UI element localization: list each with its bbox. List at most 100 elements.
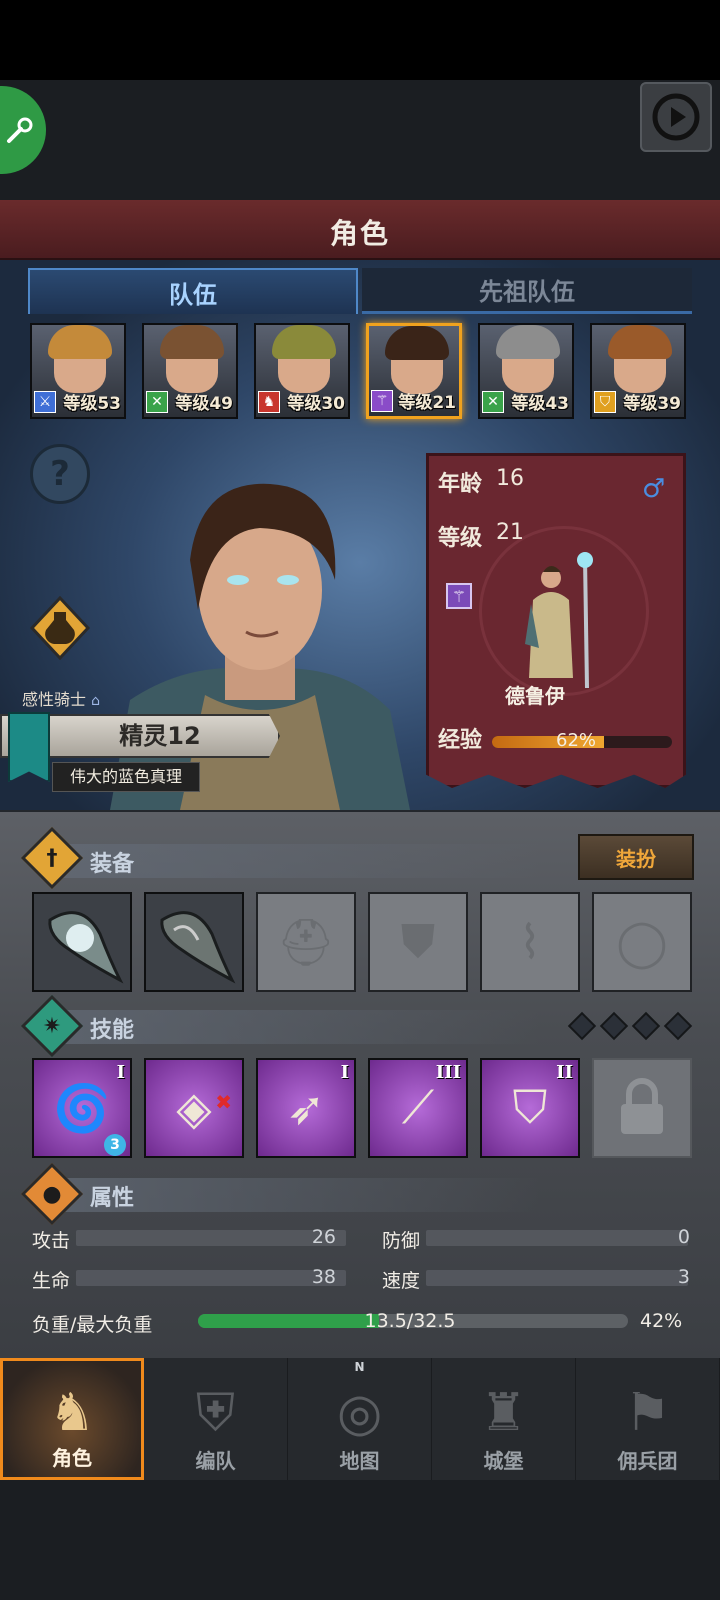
level-label: 等级: [438, 526, 483, 551]
party-member-6[interactable]: ⛉ 等级39: [590, 323, 686, 419]
staff-icon: ⚚: [446, 583, 472, 609]
wrench-icon: [7, 117, 33, 143]
help-button[interactable]: ?: [30, 444, 90, 504]
helmet-slot[interactable]: ⛑: [256, 892, 356, 992]
load-value: 13.5/32.5: [364, 1310, 456, 1332]
defense-value: 0: [677, 1226, 690, 1248]
tab-party[interactable]: 队伍: [28, 268, 358, 314]
potion-button[interactable]: [30, 596, 90, 660]
male-icon: ♂: [642, 474, 666, 504]
staff-icon: ⚚: [371, 390, 393, 412]
armor-icon: ⛊: [400, 914, 436, 968]
party-member-1[interactable]: ⚔ 等级53: [30, 323, 126, 419]
ring-slot[interactable]: ◯: [592, 892, 692, 992]
crystal-hand-icon: ◈: [176, 1081, 212, 1135]
compass-north-label: N: [354, 1360, 365, 1374]
portrait-hair: [608, 325, 672, 359]
attack-label: 攻击: [32, 1230, 71, 1252]
defense-label: 防御: [382, 1230, 421, 1252]
tab-ancestor-party[interactable]: 先祖队伍: [362, 268, 692, 314]
shield-skill[interactable]: ⛉ II: [480, 1058, 580, 1158]
portrait-hair: [385, 326, 449, 360]
nav-formation[interactable]: ⛨ 编队: [144, 1358, 288, 1480]
age-label: 年龄: [438, 472, 483, 497]
attributes-title: 属性: [90, 1186, 135, 1211]
party-member-2[interactable]: ✕ 等级49: [142, 323, 238, 419]
age-value: 16: [496, 466, 524, 491]
nav-mercenary[interactable]: ⚑ 佣兵团: [576, 1358, 720, 1480]
party-member-5[interactable]: ✕ 等级43: [478, 323, 574, 419]
hero-portrait: [110, 470, 410, 810]
level-value: 21: [496, 520, 524, 545]
party-member-4[interactable]: ⚚ 等级21: [366, 323, 462, 419]
outfit-button[interactable]: 装扮: [578, 834, 694, 880]
leaf-spear-icon: ➶: [286, 1081, 326, 1135]
shield-icon: ⛉: [512, 1080, 548, 1134]
skill-stack-badge: 3: [104, 1134, 126, 1156]
speed-bar: [426, 1270, 688, 1286]
nav-map[interactable]: N ◎ 地图: [288, 1358, 432, 1480]
portrait-hair: [272, 325, 336, 359]
xp-label: 经验: [438, 728, 483, 753]
skill-rank: III: [435, 1062, 461, 1083]
bottom-nav: ♞ 角色 ⛨ 编队 N ◎ 地图 ♜ 城堡 ⚑ 佣兵团: [0, 1358, 720, 1480]
nav-label: 编队: [195, 1449, 236, 1473]
tornado-icon: 🌀: [53, 1080, 111, 1135]
crystal-skill[interactable]: ◈ ✖: [144, 1058, 244, 1158]
boots-slot[interactable]: ⌇: [480, 892, 580, 992]
skill-rank: I: [340, 1062, 349, 1083]
druid-figure-icon: [525, 552, 593, 689]
class-name: 德鲁伊: [505, 684, 565, 708]
armor-slot[interactable]: ⛊: [368, 892, 468, 992]
party-member-level: 等级43: [511, 394, 569, 414]
party-member-level: 等级49: [175, 394, 233, 414]
load-percent: 42%: [640, 1310, 683, 1332]
party-member-3[interactable]: ♞ 等级30: [254, 323, 350, 419]
virtue-label: 伟大的蓝色真理: [52, 762, 200, 792]
equipment-title: 装备: [90, 852, 135, 877]
spear-skill[interactable]: ⟋ III: [368, 1058, 468, 1158]
top-bar: [0, 80, 720, 200]
helmet-icon: ⛑: [276, 914, 336, 969]
portrait-hair: [48, 325, 112, 359]
party-member-level: 等级30: [287, 394, 345, 414]
hero-portrait-art: [110, 483, 410, 810]
tornado-skill[interactable]: 🌀 I 3: [32, 1058, 132, 1158]
party-member-level: 等级21: [398, 393, 456, 413]
skills-title: 技能: [90, 1018, 135, 1043]
boots-icon: ⌇: [518, 915, 542, 969]
trait-label: 感性骑士 ⌂: [22, 686, 100, 710]
crossed-arrows-icon: ✕: [482, 391, 504, 413]
mercenary-icon: ⚑: [624, 1383, 671, 1443]
bottom-strip: [0, 1480, 720, 1600]
nav-castle[interactable]: ♜ 城堡: [432, 1358, 576, 1480]
skill-rank: I: [116, 1062, 125, 1083]
portrait-hair: [496, 325, 560, 359]
defense-bar: [426, 1230, 688, 1246]
party-row: ⚔ 等级53 ✕ 等级49 ♞ 等级30 ⚚ 等级21 ✕ 等级43 ⛉ 等级3…: [30, 323, 690, 421]
party-member-level: 等级39: [623, 394, 681, 414]
trait-text: 感性骑士: [22, 690, 87, 709]
shield-icon: ⛉: [594, 391, 616, 413]
nav-label: 地图: [339, 1449, 380, 1473]
hp-value: 38: [311, 1266, 336, 1288]
play-button[interactable]: [640, 82, 712, 152]
xp-percent: 62%: [556, 730, 597, 751]
load-label: 负重/最大负重: [32, 1314, 153, 1336]
amulet-slot-2[interactable]: [144, 892, 244, 992]
nav-label: 城堡: [483, 1449, 524, 1473]
speed-value: 3: [677, 1266, 690, 1288]
leaf-spear-skill[interactable]: ➶ I: [256, 1058, 356, 1158]
nav-label: 角色: [52, 1446, 92, 1470]
nav-label: 佣兵团: [617, 1449, 678, 1473]
attack-value: 26: [311, 1226, 336, 1248]
trait-up-icon: ⌂: [91, 693, 100, 709]
ring-icon: ◯: [616, 915, 668, 969]
locked-skill-slot[interactable]: [592, 1058, 692, 1158]
nav-character[interactable]: ♞ 角色: [0, 1358, 144, 1480]
amulet-slot-1[interactable]: [32, 892, 132, 992]
compass-map-icon: ◎: [336, 1383, 383, 1443]
skill-rank: II: [556, 1062, 573, 1083]
race-text: 精灵12: [119, 722, 201, 750]
sword-icon: ⚔: [34, 391, 56, 413]
